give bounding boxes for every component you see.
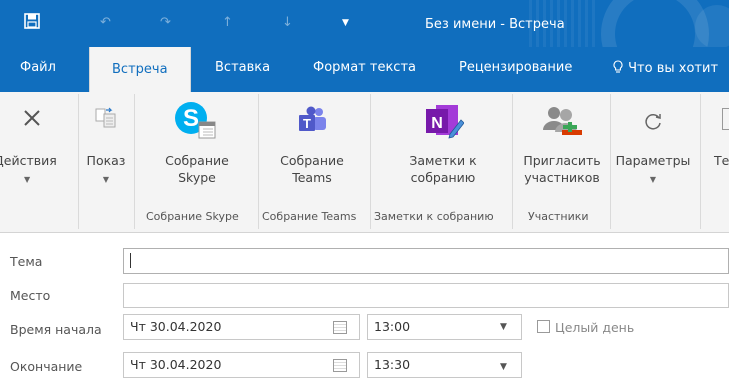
group-label-skype: Собрание Skype — [146, 210, 239, 223]
end-date-value: Чт 30.04.2020 — [130, 357, 222, 372]
title-bar-decoration — [601, 0, 709, 47]
tell-me-text: Что вы хотит — [628, 61, 719, 76]
tab-meeting[interactable]: Встреча — [89, 47, 191, 93]
redo-icon[interactable]: ↷ — [160, 15, 171, 30]
start-time-value: 13:00 — [374, 319, 411, 334]
title-bar: ↶ ↷ ↑ ↓ ▼ Без имени - Встреча — [0, 0, 729, 47]
teams-icon: T — [299, 106, 326, 131]
tab-review[interactable]: Рецензирование — [459, 60, 572, 75]
chevron-down-icon: ▼ — [500, 362, 507, 372]
undo-icon[interactable]: ↶ — [100, 15, 111, 30]
start-time-label: Время начала — [10, 322, 102, 337]
skype-icon: S — [175, 102, 216, 139]
ribbon-separator — [78, 94, 79, 229]
subject-label: Тема — [10, 254, 43, 269]
notes-label-line1: Заметки к — [409, 153, 477, 168]
svg-text:S: S — [183, 105, 199, 132]
actions-label: Действия — [0, 153, 57, 168]
calendar-icon[interactable] — [333, 321, 347, 334]
ribbon-tabs: Файл Встреча Вставка Формат текста Рецен… — [0, 47, 729, 93]
show-label: Показ — [86, 153, 126, 168]
start-date-value: Чт 30.04.2020 — [130, 319, 222, 334]
invite-label-line1: Пригласить — [523, 153, 601, 168]
subject-input[interactable] — [123, 248, 729, 274]
chevron-down-icon: ▼ — [500, 322, 507, 332]
all-day-checkbox[interactable] — [537, 320, 550, 333]
ribbon-separator — [610, 94, 611, 229]
start-time-select[interactable]: 13:00 ▼ — [367, 314, 522, 340]
text-cursor — [130, 253, 131, 268]
truncated-ribbon-button[interactable]: Те — [704, 96, 729, 196]
template-icon — [722, 108, 729, 130]
parameters-label: Параметры — [615, 153, 691, 168]
skype-label-line2: Skype — [178, 170, 216, 185]
actions-button[interactable]: Действия ▼ — [0, 96, 57, 196]
truncated-label: Те — [714, 153, 729, 168]
location-input[interactable] — [123, 283, 729, 308]
all-day-label: Целый день — [555, 320, 635, 335]
location-label: Место — [10, 288, 51, 303]
chevron-down-icon: ▼ — [649, 175, 657, 184]
start-date-input[interactable]: Чт 30.04.2020 — [123, 314, 360, 340]
calendar-icon[interactable] — [333, 359, 347, 372]
arrow-up-icon[interactable]: ↑ — [222, 15, 233, 30]
end-time-value: 13:30 — [374, 357, 411, 372]
arrow-down-icon[interactable]: ↓ — [282, 15, 293, 30]
save-icon[interactable] — [24, 13, 40, 33]
show-button[interactable]: Показ ▼ — [80, 96, 132, 196]
customize-quick-access-icon[interactable]: ▼ — [342, 18, 349, 28]
window-title: Без имени - Встреча — [425, 17, 565, 32]
group-label-attendees: Участники — [528, 210, 589, 223]
invite-label-line2: участников — [524, 170, 600, 185]
ribbon-separator — [134, 94, 135, 229]
end-time-select[interactable]: 13:30 ▼ — [367, 352, 522, 378]
meeting-notes-button[interactable]: N Заметки к собранию — [380, 96, 506, 196]
end-time-label: Окончание — [10, 359, 83, 374]
svg-text:T: T — [303, 116, 311, 131]
onenote-icon: N — [426, 105, 464, 139]
ribbon-separator — [700, 94, 701, 229]
ribbon-separator — [370, 94, 371, 229]
svg-text:N: N — [431, 115, 443, 132]
ribbon-separator — [258, 94, 259, 229]
ribbon: Действия ▼ Показ ▼ S Собрание Skype Собр… — [0, 92, 729, 233]
teams-label-line2: Teams — [292, 170, 332, 185]
parameters-button[interactable]: Параметры ▼ — [612, 96, 694, 196]
show-calendar-icon — [95, 107, 116, 128]
invite-attendees-icon — [543, 107, 582, 135]
tell-me-box[interactable]: Что вы хотит — [612, 60, 718, 76]
invite-attendees-button[interactable]: Пригласить участников — [514, 96, 610, 196]
delete-x-icon — [24, 110, 40, 126]
end-date-input[interactable]: Чт 30.04.2020 — [123, 352, 360, 378]
notes-label-line2: собранию — [410, 170, 476, 185]
skype-label-line1: Собрание — [165, 153, 229, 168]
skype-meeting-button[interactable]: S Собрание Skype — [142, 96, 252, 196]
tab-format-text[interactable]: Формат текста — [313, 60, 416, 75]
ribbon-separator — [512, 94, 513, 229]
chevron-down-icon: ▼ — [24, 175, 31, 184]
refresh-icon — [645, 114, 661, 130]
lightbulb-icon — [613, 60, 623, 73]
tab-insert[interactable]: Вставка — [215, 60, 270, 75]
group-label-teams: Собрание Teams — [262, 210, 357, 223]
title-bar-decoration-2 — [695, 5, 729, 47]
group-label-notes: Заметки к собранию — [374, 210, 494, 223]
teams-meeting-button[interactable]: T Собрание Teams — [262, 96, 362, 196]
teams-label-line1: Собрание — [280, 153, 344, 168]
tab-file[interactable]: Файл — [20, 60, 56, 75]
chevron-down-icon: ▼ — [102, 175, 110, 184]
